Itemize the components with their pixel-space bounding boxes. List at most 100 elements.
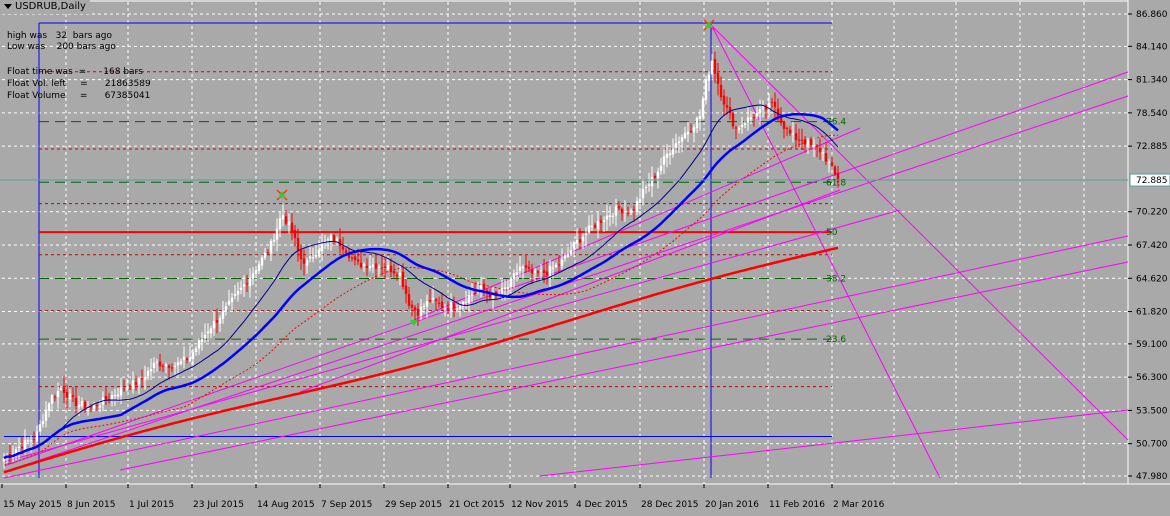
candle-body — [287, 221, 291, 226]
candle-body — [686, 131, 690, 135]
candle-body — [401, 271, 405, 287]
candle-body — [500, 288, 504, 294]
candle-body — [794, 133, 798, 140]
candle-body — [296, 237, 300, 251]
candle-body — [626, 212, 630, 214]
price-tick-label: 59.100 — [1136, 340, 1168, 350]
candle-body — [113, 394, 117, 396]
candle-body — [593, 224, 597, 228]
fibo-label: 61.8 — [826, 178, 846, 188]
candle-body — [413, 307, 417, 311]
candle-body — [371, 264, 375, 268]
candle-body — [35, 431, 39, 442]
trend-line — [119, 261, 1129, 471]
candle-body — [194, 348, 198, 353]
candle-body — [380, 267, 384, 269]
candle-body — [410, 304, 414, 308]
candle-body — [29, 440, 33, 442]
candle-body — [197, 340, 201, 349]
candle-body — [473, 292, 477, 294]
candle-body — [644, 186, 648, 188]
candle-body — [446, 307, 450, 310]
candle-body — [536, 271, 540, 273]
candle-body — [359, 262, 363, 268]
candle-body — [740, 125, 744, 128]
candle-body — [314, 254, 318, 257]
candle-body — [110, 395, 114, 399]
candle-body — [317, 249, 321, 256]
candle-body — [821, 152, 825, 154]
candle-body — [257, 264, 261, 272]
candle-body — [209, 328, 213, 334]
candle-body — [137, 377, 141, 385]
candle-body — [650, 176, 654, 187]
candle-body — [749, 117, 753, 120]
ma-medium-blue — [3, 112, 839, 460]
candle-body — [521, 266, 525, 269]
candle-body — [602, 220, 606, 223]
candle-body — [659, 165, 663, 171]
candle-body — [50, 395, 54, 404]
candle-body — [362, 264, 366, 267]
candle-body — [377, 266, 381, 268]
candle-body — [467, 295, 471, 304]
candle-body — [173, 365, 177, 367]
candle-body — [182, 356, 186, 361]
candle-body — [221, 310, 225, 319]
candle-body — [299, 249, 303, 260]
candle-body — [383, 266, 387, 269]
candle-body — [827, 162, 831, 164]
candle-body — [563, 255, 567, 259]
candle-body — [254, 270, 258, 274]
candle-body — [272, 240, 276, 242]
candle-body — [191, 352, 195, 360]
candle-body — [449, 302, 453, 312]
candle-body — [698, 116, 702, 119]
candle-body — [26, 440, 30, 442]
candle-body — [632, 209, 636, 211]
candle-body — [710, 60, 714, 75]
candle-body — [629, 210, 633, 214]
candle-body — [65, 392, 69, 398]
candle-body — [581, 236, 585, 242]
candle-body — [302, 258, 306, 264]
candle-body — [677, 141, 681, 144]
candle-body — [524, 265, 528, 268]
candle-body — [23, 439, 27, 450]
current-price-label: 72.885 — [1136, 176, 1168, 186]
candle-body — [653, 175, 657, 179]
candle-body — [623, 211, 627, 213]
candle-body — [284, 216, 288, 224]
candle-body — [158, 361, 162, 367]
candle-body — [482, 283, 486, 290]
price-tick-label: 67.420 — [1136, 241, 1168, 251]
time-tick-label: 11 Feb 2016 — [769, 500, 825, 510]
candle-body — [386, 265, 390, 270]
candle-body — [266, 252, 270, 254]
candle-body — [566, 253, 570, 257]
time-tick-label: 23 Jul 2015 — [193, 500, 244, 510]
candle-body — [704, 79, 708, 100]
candle-body — [227, 301, 231, 305]
candle-body — [251, 273, 255, 280]
candle-body — [230, 297, 234, 302]
candle-body — [713, 59, 717, 74]
candle-body — [239, 287, 243, 290]
candle-body — [179, 361, 183, 365]
candle-body — [824, 153, 828, 162]
candle-body — [719, 84, 723, 98]
candle-body — [41, 421, 45, 425]
price-tick-label: 53.500 — [1136, 406, 1168, 416]
candle-body — [98, 405, 102, 408]
candle-body — [32, 439, 36, 441]
price-chart[interactable]: 76.4 61.8 50 38.2 23.6 86.860 84.140 81.340 78.5… — [0, 0, 1170, 516]
candle-body — [788, 129, 792, 134]
candle-body — [785, 127, 789, 129]
candle-body — [803, 139, 807, 145]
candle-body — [557, 264, 561, 266]
price-tick-label: 61.820 — [1136, 308, 1168, 318]
candle-body — [131, 380, 135, 390]
symbol-dropdown[interactable]: USDRUB,Daily — [0, 0, 90, 14]
chevron-down-icon[interactable] — [4, 3, 12, 9]
candle-body — [605, 215, 609, 220]
